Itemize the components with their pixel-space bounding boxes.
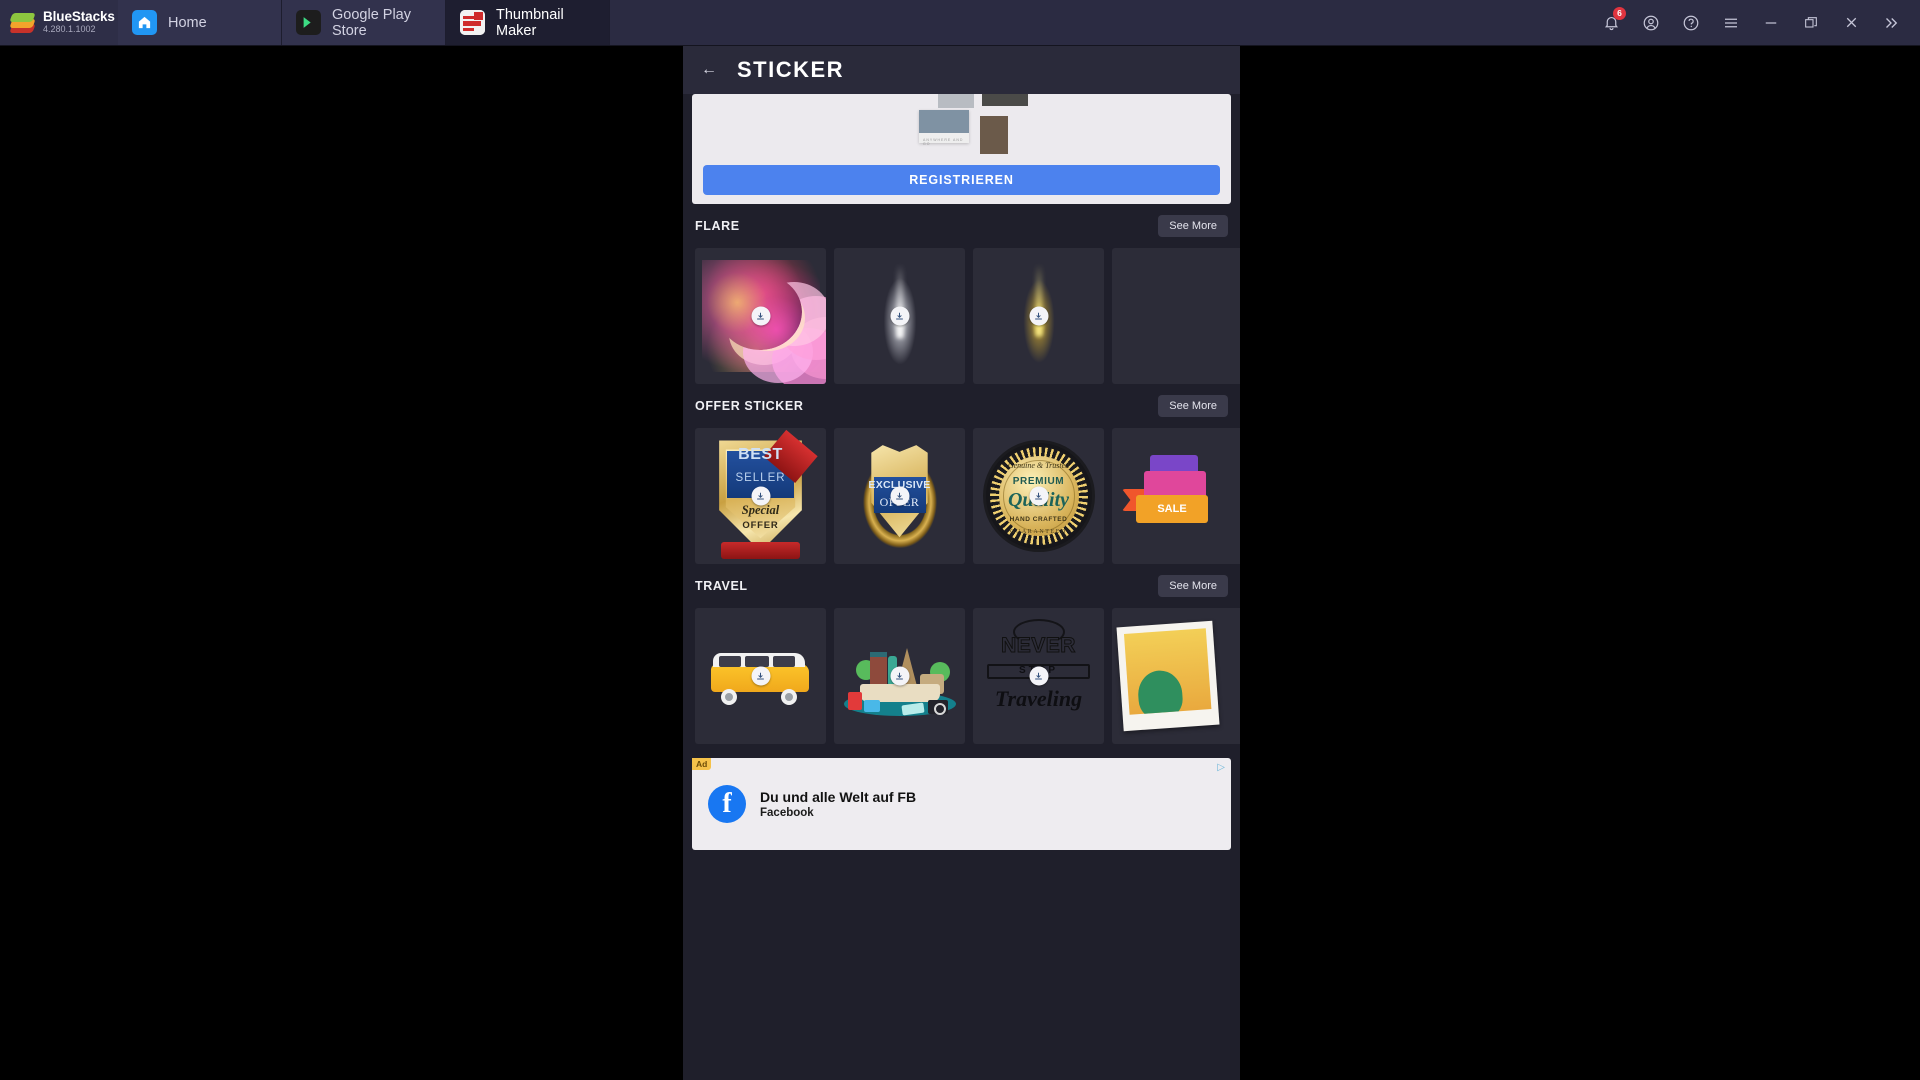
sticker-white-light-flare[interactable] (834, 248, 965, 384)
sticker-flare-partial[interactable] (1112, 248, 1240, 384)
tab-google-play-store-label: Google Play Store (332, 6, 411, 39)
notifications-icon[interactable]: 6 (1596, 6, 1626, 38)
section-row-flare (683, 248, 1240, 384)
section-title-offer-sticker: OFFER STICKER (695, 399, 804, 413)
tab-home[interactable]: Home (118, 0, 282, 45)
app-header: ← STICKER (683, 46, 1240, 94)
section-title-travel: TRAVEL (695, 579, 748, 593)
section-row-travel: NEVER STOP Traveling (683, 608, 1240, 744)
register-button[interactable]: REGISTRIEREN (703, 165, 1220, 195)
sticker-exclusive-offer[interactable]: EXCLUSIVE OFFER (834, 428, 965, 564)
premium-line2: PREMIUM (1012, 475, 1065, 487)
sticker-sale-tags[interactable]: SALE (1112, 428, 1240, 564)
download-icon[interactable] (751, 486, 770, 506)
maximize-icon[interactable] (1796, 8, 1826, 38)
see-more-travel[interactable]: See More (1158, 575, 1228, 597)
android-app-viewport: ← STICKER ANYWHERE AND GO REGISTRIEREN F… (683, 46, 1240, 1080)
collage-thumb-3: ANYWHERE AND GO (919, 110, 969, 146)
ad-label: Ad (692, 758, 712, 770)
never-line3: Traveling (994, 685, 1083, 711)
collage-thumb-1 (938, 94, 974, 108)
section-header-offer-sticker: OFFER STICKER See More (683, 384, 1240, 428)
bluestacks-logo-icon (9, 10, 36, 36)
download-icon[interactable] (890, 486, 909, 506)
bluestacks-brand: BlueStacks 4.280.1.1002 (0, 0, 118, 45)
tab-google-play-store[interactable]: Google Play Store (282, 0, 446, 45)
promo-collage: ANYWHERE AND GO (692, 94, 1231, 162)
see-more-flare[interactable]: See More (1158, 215, 1228, 237)
best-seller-line4: OFFER (742, 519, 779, 531)
section-title-flare: FLARE (695, 219, 740, 233)
download-icon[interactable] (890, 306, 909, 326)
collage-thumb-4 (980, 116, 1008, 154)
page-title: STICKER (737, 57, 845, 82)
bluestacks-titlebar: BlueStacks 4.280.1.1002 Home Google Play… (0, 0, 1920, 46)
see-more-offer-sticker[interactable]: See More (1158, 395, 1228, 417)
premium-line4: HAND CRAFTED (1009, 516, 1068, 524)
content-scroll-area[interactable]: ANYWHERE AND GO REGISTRIEREN FLARE See M… (683, 94, 1240, 1080)
google-play-icon (296, 10, 321, 35)
download-icon[interactable] (890, 666, 909, 686)
promo-card[interactable]: ANYWHERE AND GO REGISTRIEREN (692, 94, 1231, 204)
sticker-heart-fireworks-flare[interactable] (695, 248, 826, 384)
sticker-world-landmarks[interactable] (834, 608, 965, 744)
minimize-icon[interactable] (1756, 8, 1786, 38)
sale-tag-label: SALE (1157, 503, 1187, 515)
sticker-gold-light-flare[interactable] (973, 248, 1104, 384)
sticker-never-stop-traveling[interactable]: NEVER STOP Traveling (973, 608, 1104, 744)
bluestacks-name: BlueStacks (43, 9, 115, 25)
titlebar-actions: 6 (1596, 0, 1920, 45)
facebook-icon: f (708, 785, 746, 823)
bluestacks-version: 4.280.1.1002 (43, 24, 96, 35)
sticker-best-seller-special-offer[interactable]: BEST SELLER Special OFFER (695, 428, 826, 564)
download-icon[interactable] (751, 306, 770, 326)
titlebar-spacer (610, 0, 1596, 45)
close-icon[interactable] (1836, 8, 1866, 38)
tab-thumbnail-maker[interactable]: Thumbnail Maker (446, 0, 610, 45)
sticker-polaroid-photo[interactable] (1112, 608, 1240, 744)
never-line1: NEVER (1001, 633, 1076, 657)
download-icon[interactable] (751, 666, 770, 686)
download-icon[interactable] (1029, 486, 1048, 506)
sticker-premium-quality[interactable]: Genuine & Trusted PREMIUM Quality HAND C… (973, 428, 1104, 564)
download-icon[interactable] (1029, 666, 1048, 686)
download-icon[interactable] (1029, 306, 1048, 326)
premium-line5: GUARANTEED (1010, 528, 1067, 535)
best-seller-line1: BEST (738, 446, 783, 464)
tab-home-label: Home (168, 14, 207, 31)
ad-headline: Du und alle Welt auf FB (760, 789, 917, 805)
best-seller-line2: SELLER (735, 472, 786, 485)
menu-icon[interactable] (1716, 8, 1746, 38)
ad-advertiser: Facebook (760, 807, 814, 819)
collage-caption: ANYWHERE AND GO (923, 138, 964, 146)
account-icon[interactable] (1636, 8, 1666, 38)
premium-line1: Genuine & Trusted (1007, 461, 1070, 471)
collage-thumb-2 (982, 94, 1028, 106)
advertisement-banner[interactable]: Ad ▷ f Du und alle Welt auf FB Facebook (692, 758, 1231, 850)
back-button[interactable]: ← (701, 62, 717, 78)
help-icon[interactable] (1676, 8, 1706, 38)
section-header-travel: TRAVEL See More (683, 564, 1240, 608)
notifications-badge: 6 (1613, 6, 1626, 20)
section-row-offer-sticker: BEST SELLER Special OFFER EXCLUSIVE Genu… (683, 428, 1240, 564)
expand-sidebar-icon[interactable] (1876, 8, 1906, 38)
section-header-flare: FLARE See More (683, 204, 1240, 248)
home-icon (132, 10, 157, 35)
ad-choices-icon[interactable]: ▷ (1217, 762, 1225, 773)
thumbnail-maker-icon (460, 10, 485, 35)
sticker-yellow-van[interactable] (695, 608, 826, 744)
tab-thumbnail-maker-label: Thumbnail Maker (496, 6, 564, 39)
